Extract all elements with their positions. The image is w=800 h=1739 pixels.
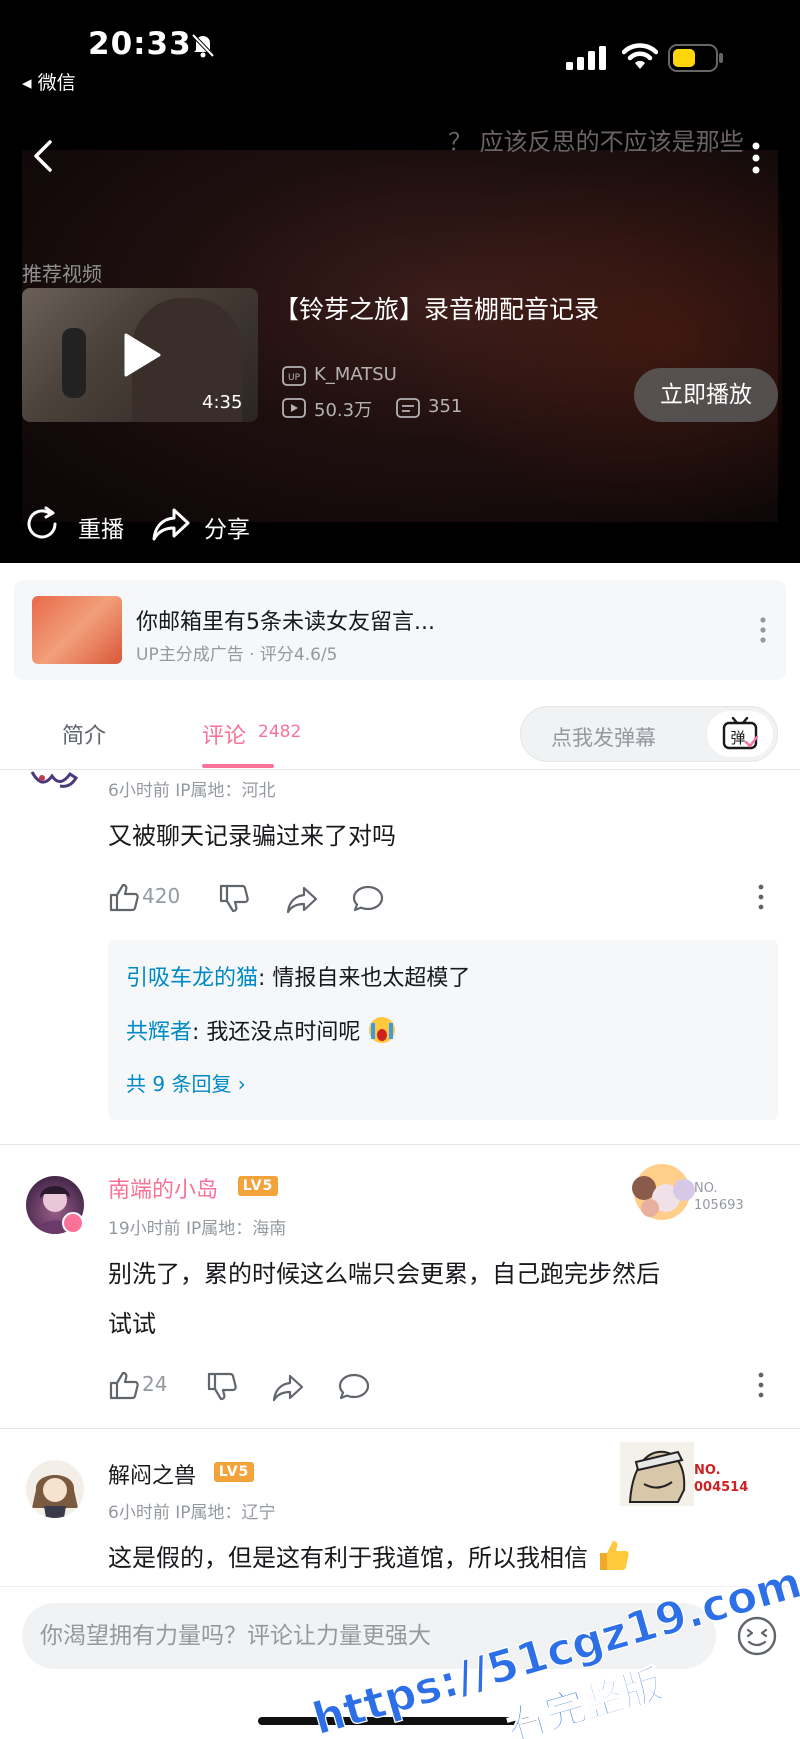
comment-time: 6小时前 IP属地：河北 [108,781,276,801]
reply-username[interactable]: 共辉者 [126,1020,192,1045]
danmaku-input-pill[interactable]: 点我发弹幕 弹 [520,706,778,762]
ad-more-icon[interactable] [756,614,770,646]
comment-more-icon[interactable] [756,1370,766,1400]
fan-number-value: 004514 [694,1480,749,1495]
danmaku-toggle-button[interactable]: 弹 [707,711,773,757]
fan-number-label: NO. [694,1463,721,1478]
cellular-signal-icon [566,46,606,70]
fan-number: NO. 004514 [694,1462,748,1496]
avatar-partial[interactable] [30,770,80,790]
recommend-danmaku-count: 351 [428,396,463,417]
play-now-button[interactable]: 立即播放 [634,368,778,422]
danmaku-placeholder[interactable]: 点我发弹幕 [551,722,656,752]
divider [0,1428,800,1429]
bell-off-icon [191,33,215,58]
share-comment-icon[interactable] [286,884,318,914]
danmaku-tv-icon: 弹 [722,717,759,750]
comment-text[interactable]: 别洗了，累的时候这么喘只会更累，自己跑完步然后 [108,1252,660,1296]
fan-number-label: NO. [694,1181,718,1196]
replay-button[interactable]: 重播 [78,510,124,544]
share-button[interactable]: 分享 [204,510,250,544]
danmaku-count-icon [396,398,420,418]
reply-username[interactable]: 引吸车龙的猫 [126,966,258,991]
like-count: 420 [142,884,181,908]
ad-title[interactable]: 你邮箱里有5条未读女友留言... [136,604,435,636]
video-player[interactable]: ？ 应该反思的不应该是那些 20:33 ◂ 微信 推荐视频 4:35 【铃芽之旅… [0,0,800,563]
reply-icon[interactable] [352,884,384,914]
dislike-icon[interactable] [218,884,250,914]
play-count-icon [282,398,306,418]
reply-item[interactable]: 引吸车龙的猫: 情报自来也太超模了 [126,960,470,992]
tab-intro[interactable]: 简介 [62,718,106,750]
avatar[interactable] [26,1460,84,1518]
avatar-badge-icon [62,1212,84,1234]
user-level-badge: LV5 [214,1462,254,1482]
wifi-icon [622,43,658,69]
like-icon[interactable] [108,1370,140,1400]
background-danmaku: ？ 应该反思的不应该是那些 [448,128,744,156]
tab-bar: 简介 评论 2482 点我发弹幕 弹 [0,694,800,770]
dislike-icon[interactable] [206,1372,238,1402]
reply-body: : 我还没点时间呢 [192,1020,361,1045]
ad-meta: UP主分成广告 · 评分4.6/5 [136,645,338,665]
divider [0,1144,800,1145]
comment-time: 19小时前 IP属地：海南 [108,1219,287,1239]
microphone-shape [62,328,86,398]
play-icon[interactable] [122,332,162,378]
active-tab-indicator [202,764,274,768]
reply-body: : 情报自来也太超模了 [258,966,471,991]
comment-username[interactable]: 解闷之兽 [108,1458,196,1490]
crying-emoji-icon [369,1017,396,1043]
back-to-wechat[interactable]: ◂ 微信 [22,68,76,95]
tab-comments[interactable]: 评论 [202,718,246,750]
share-comment-icon[interactable] [272,1372,304,1402]
danmaku-glyph: 弹 [730,729,745,747]
battery-icon [668,44,723,72]
replay-icon[interactable] [22,504,62,544]
recommend-views: 50.3万 [314,400,373,421]
recommend-duration: 4:35 [202,392,243,413]
ad-card[interactable]: 你邮箱里有5条未读女友留言... UP主分成广告 · 评分4.6/5 [14,580,786,680]
recommend-title[interactable]: 【铃芽之旅】录音棚配音记录 [274,290,599,326]
back-arrow-icon[interactable] [28,136,58,176]
ad-thumbnail[interactable] [32,596,122,664]
view-all-replies[interactable]: 共 9 条回复 › [126,1068,246,1097]
recommend-label: 推荐视频 [22,262,102,286]
share-icon[interactable] [150,504,192,544]
user-level-badge: LV5 [238,1176,278,1196]
avatar-art [32,1475,78,1518]
reply-icon[interactable] [338,1372,370,1402]
url-watermark: https://51cgz19.com 看完整版 [307,1556,800,1739]
comment-username[interactable]: 南端的小岛 [108,1172,218,1204]
comment-text[interactable]: 试试 [108,1302,156,1346]
comment-time: 6小时前 IP属地：辽宁 [108,1503,276,1523]
reply-preview-box[interactable]: 引吸车龙的猫: 情报自来也太超模了 共辉者: 我还没点时间呢 共 9 条回复 › [108,940,778,1120]
like-count: 24 [142,1372,168,1396]
like-icon[interactable] [108,882,140,912]
reply-item[interactable]: 共辉者: 我还没点时间呢 [126,1014,397,1046]
status-time: 20:33 [88,26,192,62]
up-badge-icon: UP [282,366,306,386]
recommend-up-name: K_MATSU [314,364,397,385]
svg-text:UP: UP [288,373,301,383]
fan-number-value: 105693 [694,1198,744,1213]
fan-number: NO. 105693 [694,1180,744,1214]
more-vertical-icon[interactable] [746,138,766,178]
comment-count: 2482 [258,722,302,742]
comment-more-icon[interactable] [756,882,766,912]
comment-text[interactable]: 又被聊天记录骗过来了对吗 [108,814,396,858]
